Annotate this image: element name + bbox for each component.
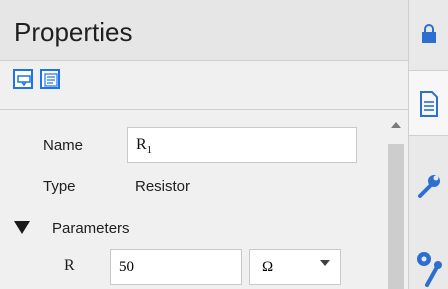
type-label: Type [43,178,76,195]
component-view-icon [17,75,31,87]
name-label: Name [43,137,84,154]
scroll-thumb[interactable] [388,144,404,289]
properties-scrollbar[interactable] [384,110,408,289]
parameter-r-value: 50 [119,259,134,275]
properties-header: Properties [0,0,408,61]
parameter-r-value-field[interactable]: 50 [110,249,242,285]
text-view-button[interactable] [40,69,60,89]
text-view-icon [44,73,58,87]
wrench-icon [418,175,440,198]
parameter-r-unit: Ω [262,259,274,275]
type-value: Resistor [135,178,191,195]
parameter-r-unit-select[interactable]: Ω [249,249,341,285]
wrench-button[interactable] [409,150,448,214]
lock-button[interactable] [409,0,448,64]
name-field[interactable]: R1 [127,127,357,163]
properties-panel: Properties Name R1 Type Resistor Paramet… [0,0,408,289]
document-icon [420,91,438,117]
component-view-button[interactable] [13,69,33,89]
name-value-subscript: 1 [146,144,153,157]
panel-title: Properties [14,17,133,47]
name-value-base: R [136,136,147,153]
parameter-r-label: R [64,257,75,274]
scroll-up-icon[interactable] [391,122,401,128]
gear-wrench-icon [417,252,442,287]
parameters-collapse-icon[interactable] [14,221,30,234]
lock-icon [422,24,436,43]
parameters-label: Parameters [52,220,130,237]
chevron-down-icon [320,260,330,266]
properties-toolbar [0,61,408,99]
document-button[interactable] [409,70,448,136]
gear-wrench-button[interactable] [409,225,448,289]
right-sidebar [408,0,448,289]
